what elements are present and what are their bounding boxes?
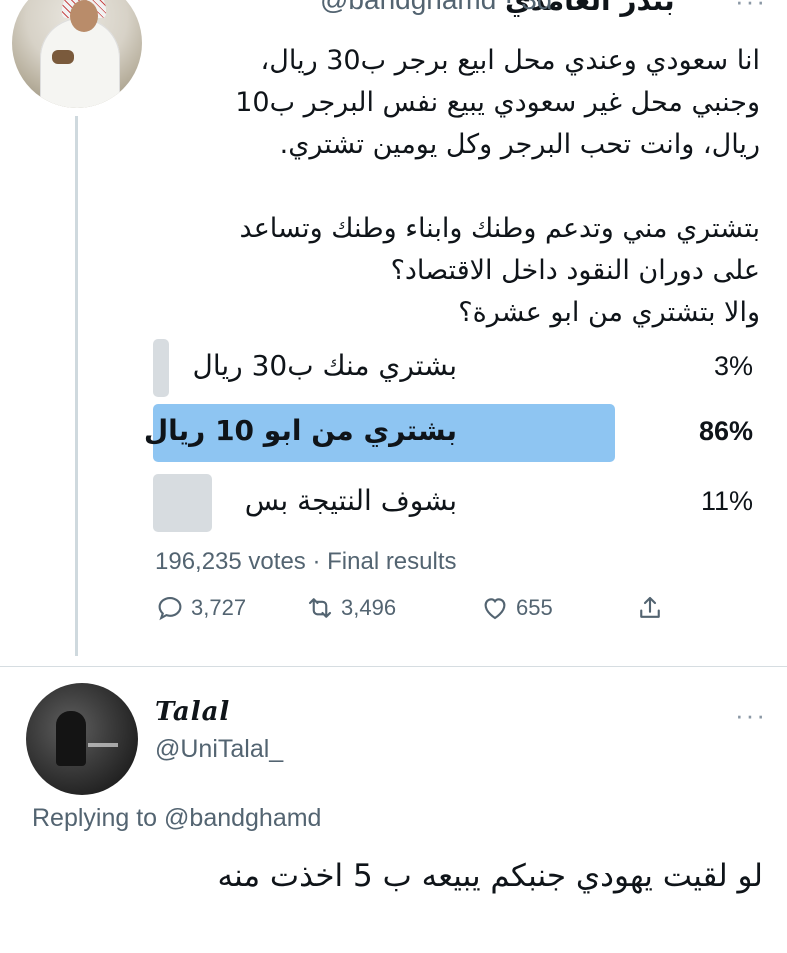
poll-option[interactable]: بشتري منك ب30 ريال 3% xyxy=(153,339,753,397)
poll-option-label: بشتري منك ب30 ريال xyxy=(192,349,457,382)
reply-body: لو لقيت يهودي جنبكم يبيعه ب 5 اخذت منه xyxy=(217,858,764,894)
share-icon xyxy=(640,596,660,618)
poll-bar xyxy=(153,474,212,532)
poll-status: · Final results xyxy=(312,548,457,575)
retweet-count: 3,496 xyxy=(341,595,397,620)
tweet-time: · 3d xyxy=(504,0,552,15)
more-options-icon[interactable]: ··· xyxy=(735,700,767,731)
avatar-figure xyxy=(56,711,86,766)
poll-option-percent: 86% xyxy=(698,416,753,446)
heart-icon xyxy=(484,598,506,620)
tweet-line: بتشتري مني وتدعم وطنك وابناء وطنك وتساعد xyxy=(239,213,760,244)
poll-option-label: بشتري من ابو 10 ريال xyxy=(143,414,457,447)
retweet-icon xyxy=(308,598,332,618)
tweet-divider xyxy=(0,666,787,667)
like-button[interactable]: 655 xyxy=(480,593,553,623)
poll-option-percent: 3% xyxy=(713,351,753,381)
share-button[interactable] xyxy=(635,593,665,623)
thread-line xyxy=(75,116,78,656)
reply-count: 3,727 xyxy=(191,595,247,620)
replying-to: Replying to @bandghamd xyxy=(32,804,321,833)
poll-option[interactable]: بشوف النتيجة بس 11% xyxy=(153,474,753,532)
tweet-actions: 3,727 3,496 655 xyxy=(155,593,675,633)
tweet-line: والا بتشتري من ابو عشرة؟ xyxy=(458,297,760,328)
poll-option[interactable]: بشتري من ابو 10 ريال 86% xyxy=(144,404,753,462)
avatar-face xyxy=(70,0,98,32)
author-handle[interactable]: @bandghamd xyxy=(320,0,496,15)
reply-author-avatar[interactable] xyxy=(26,683,138,795)
more-options-icon[interactable]: ··· xyxy=(735,0,767,17)
tweet-line: وجنبي محل غير سعودي يبيع نفس البرجر ب10 xyxy=(235,87,760,118)
reply-icon xyxy=(158,596,182,621)
poll-option-percent: 11% xyxy=(700,486,753,516)
poll-option-label: بشوف النتيجة بس xyxy=(244,484,457,517)
poll-summary: 196,235 votes · Final results xyxy=(155,548,457,576)
poll-votes: 196,235 votes xyxy=(155,548,306,575)
tweet-body: انا سعودي وعندي محل ابيع برجر ب30 ريال، … xyxy=(140,40,760,334)
avatar-hand xyxy=(52,50,74,64)
replying-to-label: Replying to xyxy=(32,804,158,832)
reply-author-handle[interactable]: @UniTalal_ xyxy=(155,735,283,764)
tweet-line: ريال، وانت تحب البرجر وكل يومين تشتري. xyxy=(279,129,760,160)
poll-bar xyxy=(153,339,169,397)
avatar-light xyxy=(88,743,118,747)
tweet-line: على دوران النقود داخل الاقتصاد؟ xyxy=(390,255,760,286)
retweet-button[interactable]: 3,496 xyxy=(305,593,396,623)
author-handle-time[interactable]: @bandghamd · 3d xyxy=(320,0,552,16)
reply-author-name[interactable]: Talal xyxy=(155,697,230,727)
author-avatar[interactable] xyxy=(12,0,142,108)
tweet-line: انا سعودي وعندي محل ابيع برجر ب30 ريال، xyxy=(260,45,760,76)
reply-button[interactable]: 3,727 xyxy=(155,593,246,623)
replying-to-mention[interactable]: @bandghamd xyxy=(164,804,321,832)
like-count: 655 xyxy=(516,595,553,620)
